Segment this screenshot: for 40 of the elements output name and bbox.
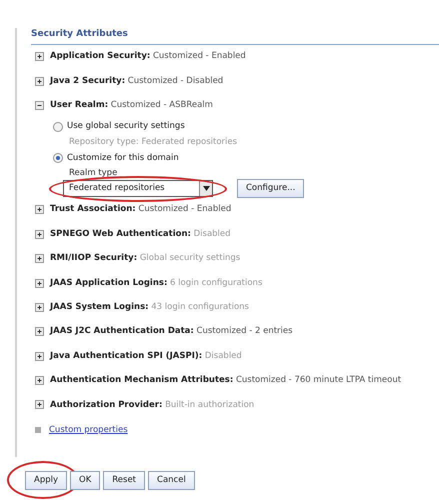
setting-text: JAAS Application Logins: 6 login configurations (50, 276, 262, 290)
expand-icon[interactable] (35, 52, 44, 62)
section-title: Security Attributes (31, 28, 128, 41)
repository-note: Repository type: Federated repositories (68, 136, 238, 149)
setting-text: SPNEGO Web Authentication: Disabled (50, 228, 231, 241)
expand-icon[interactable] (35, 230, 44, 239)
radio-button[interactable] (53, 153, 63, 164)
expand-icon[interactable] (35, 205, 44, 214)
collapse-icon[interactable] (35, 100, 44, 110)
form-button[interactable]: Apply (25, 471, 67, 490)
realm-type-dropdown[interactable]: Federated repositories (63, 180, 213, 197)
setting-text: RMI/IIOP Security: Global security settings (50, 252, 240, 266)
expand-icon[interactable] (35, 352, 44, 361)
expand-icon[interactable] (35, 76, 44, 86)
radio-label: Use global security settings (67, 120, 185, 134)
setting-text: Java Authentication SPI (JASPI): Disabled (50, 350, 242, 363)
form-button[interactable]: Cancel (148, 471, 195, 490)
radio-button[interactable] (53, 122, 63, 132)
caret-icon (202, 186, 210, 191)
expand-icon[interactable] (35, 254, 44, 264)
setting-text: Authentication Mechanism Attributes: Customized - 760 minute LTPA timeout (50, 374, 402, 387)
expand-icon[interactable] (35, 327, 44, 336)
setting-text: User Realm: Customized - ASBRealm (50, 99, 213, 112)
setting-text: JAAS System Logins: 43 login configurations (50, 301, 249, 314)
expand-icon[interactable] (35, 400, 44, 410)
setting-text: Application Security: Customized - Enabled (50, 50, 246, 64)
configure-button[interactable]: Configure... (237, 178, 304, 198)
expand-icon[interactable] (35, 278, 44, 288)
setting-text: Authorization Provider: Built-in authorization (50, 398, 254, 412)
form-button[interactable]: Reset (103, 471, 146, 490)
expand-icon[interactable] (35, 376, 44, 386)
setting-text: Java 2 Security: Customized - Disabled (50, 74, 224, 88)
bullet-icon (35, 427, 41, 434)
custom-properties-link[interactable]: Custom properties (49, 424, 128, 437)
radio-label: Customize for this domain (67, 152, 179, 165)
field-label: Realm type (69, 168, 118, 178)
form-button[interactable]: OK (70, 471, 100, 490)
setting-text: JAAS J2C Authentication Data: Customized - 2 entries (50, 325, 293, 338)
expand-icon[interactable] (35, 302, 44, 312)
setting-text: Trust Association: Customized - Enabled (50, 203, 232, 216)
